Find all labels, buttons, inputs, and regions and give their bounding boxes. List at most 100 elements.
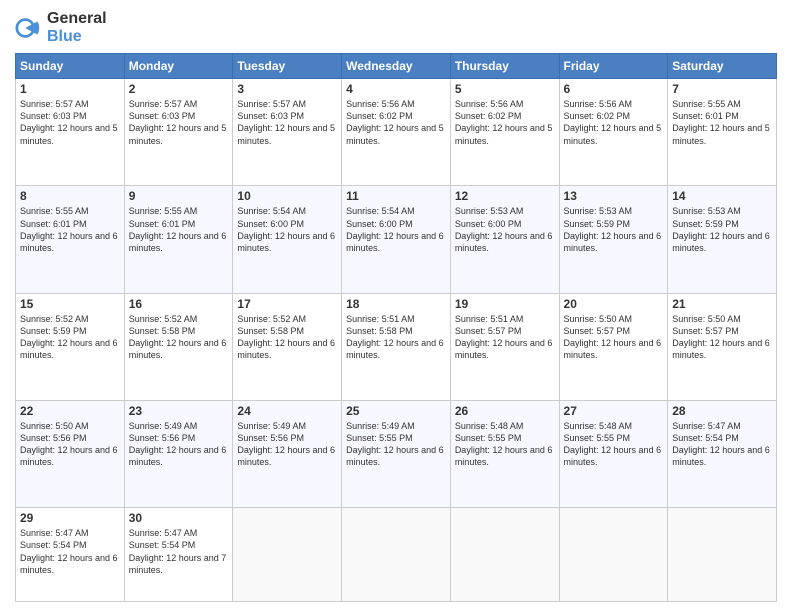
day-number: 2 [129,82,229,96]
calendar-cell: 21 Sunrise: 5:50 AMSunset: 5:57 PMDayligh… [668,293,777,400]
calendar-cell: 2 Sunrise: 5:57 AMSunset: 6:03 PMDaylight… [124,79,233,186]
day-number: 8 [20,189,120,203]
week-row-2: 8 Sunrise: 5:55 AMSunset: 6:01 PMDaylight… [16,186,777,293]
calendar-cell: 20 Sunrise: 5:50 AMSunset: 5:57 PMDayligh… [559,293,668,400]
calendar-cell: 10 Sunrise: 5:54 AMSunset: 6:00 PMDayligh… [233,186,342,293]
day-number: 27 [564,404,664,418]
calendar-cell: 15Sunrise: 5:52 AMSunset: 5:59 PMDayligh… [16,293,125,400]
calendar-cell: 5 Sunrise: 5:56 AMSunset: 6:02 PMDaylight… [450,79,559,186]
day-info: Sunrise: 5:57 AMSunset: 6:03 PMDaylight:… [237,98,337,147]
day-number: 18 [346,297,446,311]
day-info: Sunrise: 5:49 AMSunset: 5:56 PMDaylight:… [237,420,337,469]
day-info: Sunrise: 5:56 AMSunset: 6:02 PMDaylight:… [346,98,446,147]
calendar-cell: 24 Sunrise: 5:49 AMSunset: 5:56 PMDayligh… [233,401,342,508]
day-info: Sunrise: 5:52 AMSunset: 5:58 PMDaylight:… [237,313,337,362]
header: General Blue [15,10,777,45]
calendar-cell: 6 Sunrise: 5:56 AMSunset: 6:02 PMDaylight… [559,79,668,186]
calendar-cell: 16 Sunrise: 5:52 AMSunset: 5:58 PMDayligh… [124,293,233,400]
day-number: 6 [564,82,664,96]
day-number: 10 [237,189,337,203]
day-info: Sunrise: 5:48 AMSunset: 5:55 PMDaylight:… [564,420,664,469]
day-info: Sunrise: 5:50 AMSunset: 5:56 PMDaylight:… [20,420,120,469]
day-number: 3 [237,82,337,96]
week-row-1: 1 Sunrise: 5:57 AMSunset: 6:03 PMDaylight… [16,79,777,186]
col-header-monday: Monday [124,54,233,79]
day-info: Sunrise: 5:55 AMSunset: 6:01 PMDaylight:… [20,205,120,254]
day-info: Sunrise: 5:52 AMSunset: 5:58 PMDaylight:… [129,313,229,362]
logo-icon [15,14,43,42]
col-header-friday: Friday [559,54,668,79]
day-info: Sunrise: 5:56 AMSunset: 6:02 PMDaylight:… [455,98,555,147]
day-info: Sunrise: 5:53 AMSunset: 5:59 PMDaylight:… [672,205,772,254]
day-number: 25 [346,404,446,418]
calendar-cell: 14 Sunrise: 5:53 AMSunset: 5:59 PMDayligh… [668,186,777,293]
calendar-cell: 28 Sunrise: 5:47 AMSunset: 5:54 PMDayligh… [668,401,777,508]
logo-text: General Blue [47,10,107,45]
week-row-4: 22 Sunrise: 5:50 AMSunset: 5:56 PMDayligh… [16,401,777,508]
day-info: Sunrise: 5:55 AMSunset: 6:01 PMDaylight:… [129,205,229,254]
calendar-cell: 9 Sunrise: 5:55 AMSunset: 6:01 PMDaylight… [124,186,233,293]
day-number: 14 [672,189,772,203]
calendar-cell [233,508,342,602]
calendar-cell: 17 Sunrise: 5:52 AMSunset: 5:58 PMDayligh… [233,293,342,400]
day-number: 30 [129,511,229,525]
day-info: Sunrise: 5:51 AMSunset: 5:58 PMDaylight:… [346,313,446,362]
day-number: 26 [455,404,555,418]
calendar-cell: 7Sunrise: 5:55 AMSunset: 6:01 PMDaylight… [668,79,777,186]
calendar-cell: 27 Sunrise: 5:48 AMSunset: 5:55 PMDayligh… [559,401,668,508]
day-number: 12 [455,189,555,203]
day-number: 11 [346,189,446,203]
day-info: Sunrise: 5:47 AMSunset: 5:54 PMDaylight:… [20,527,120,576]
day-number: 1 [20,82,120,96]
day-info: Sunrise: 5:47 AMSunset: 5:54 PMDaylight:… [672,420,772,469]
calendar-cell: 30 Sunrise: 5:47 AMSunset: 5:54 PMDayligh… [124,508,233,602]
calendar-cell [668,508,777,602]
col-header-tuesday: Tuesday [233,54,342,79]
week-row-5: 29 Sunrise: 5:47 AMSunset: 5:54 PMDayligh… [16,508,777,602]
day-number: 17 [237,297,337,311]
day-info: Sunrise: 5:50 AMSunset: 5:57 PMDaylight:… [564,313,664,362]
header-row: SundayMondayTuesdayWednesdayThursdayFrid… [16,54,777,79]
day-number: 21 [672,297,772,311]
day-number: 29 [20,511,120,525]
day-number: 9 [129,189,229,203]
col-header-saturday: Saturday [668,54,777,79]
calendar-cell [450,508,559,602]
day-info: Sunrise: 5:54 AMSunset: 6:00 PMDaylight:… [237,205,337,254]
calendar-cell: 3 Sunrise: 5:57 AMSunset: 6:03 PMDaylight… [233,79,342,186]
day-number: 4 [346,82,446,96]
day-info: Sunrise: 5:52 AMSunset: 5:59 PMDaylight:… [20,313,120,362]
logo: General Blue [15,10,107,45]
col-header-thursday: Thursday [450,54,559,79]
day-info: Sunrise: 5:49 AMSunset: 5:55 PMDaylight:… [346,420,446,469]
day-info: Sunrise: 5:56 AMSunset: 6:02 PMDaylight:… [564,98,664,147]
day-info: Sunrise: 5:49 AMSunset: 5:56 PMDaylight:… [129,420,229,469]
day-info: Sunrise: 5:57 AMSunset: 6:03 PMDaylight:… [20,98,120,147]
calendar-cell: 22 Sunrise: 5:50 AMSunset: 5:56 PMDayligh… [16,401,125,508]
calendar-cell: 1 Sunrise: 5:57 AMSunset: 6:03 PMDaylight… [16,79,125,186]
page: General Blue SundayMondayTuesdayWednesda… [0,0,792,612]
day-info: Sunrise: 5:54 AMSunset: 6:00 PMDaylight:… [346,205,446,254]
day-number: 13 [564,189,664,203]
day-number: 19 [455,297,555,311]
day-number: 28 [672,404,772,418]
calendar-cell: 23Sunrise: 5:49 AMSunset: 5:56 PMDayligh… [124,401,233,508]
day-info: Sunrise: 5:50 AMSunset: 5:57 PMDaylight:… [672,313,772,362]
day-info: Sunrise: 5:48 AMSunset: 5:55 PMDaylight:… [455,420,555,469]
day-info: Sunrise: 5:47 AMSunset: 5:54 PMDaylight:… [129,527,229,576]
day-number: 5 [455,82,555,96]
col-header-wednesday: Wednesday [342,54,451,79]
day-number: 16 [129,297,229,311]
day-number: 22 [20,404,120,418]
calendar-cell: 29 Sunrise: 5:47 AMSunset: 5:54 PMDayligh… [16,508,125,602]
calendar-cell: 18 Sunrise: 5:51 AMSunset: 5:58 PMDayligh… [342,293,451,400]
col-header-sunday: Sunday [16,54,125,79]
day-info: Sunrise: 5:51 AMSunset: 5:57 PMDaylight:… [455,313,555,362]
calendar-cell: 11 Sunrise: 5:54 AMSunset: 6:00 PMDayligh… [342,186,451,293]
day-info: Sunrise: 5:57 AMSunset: 6:03 PMDaylight:… [129,98,229,147]
day-number: 20 [564,297,664,311]
week-row-3: 15Sunrise: 5:52 AMSunset: 5:59 PMDayligh… [16,293,777,400]
day-number: 7 [672,82,772,96]
day-number: 24 [237,404,337,418]
calendar-cell: 4 Sunrise: 5:56 AMSunset: 6:02 PMDaylight… [342,79,451,186]
